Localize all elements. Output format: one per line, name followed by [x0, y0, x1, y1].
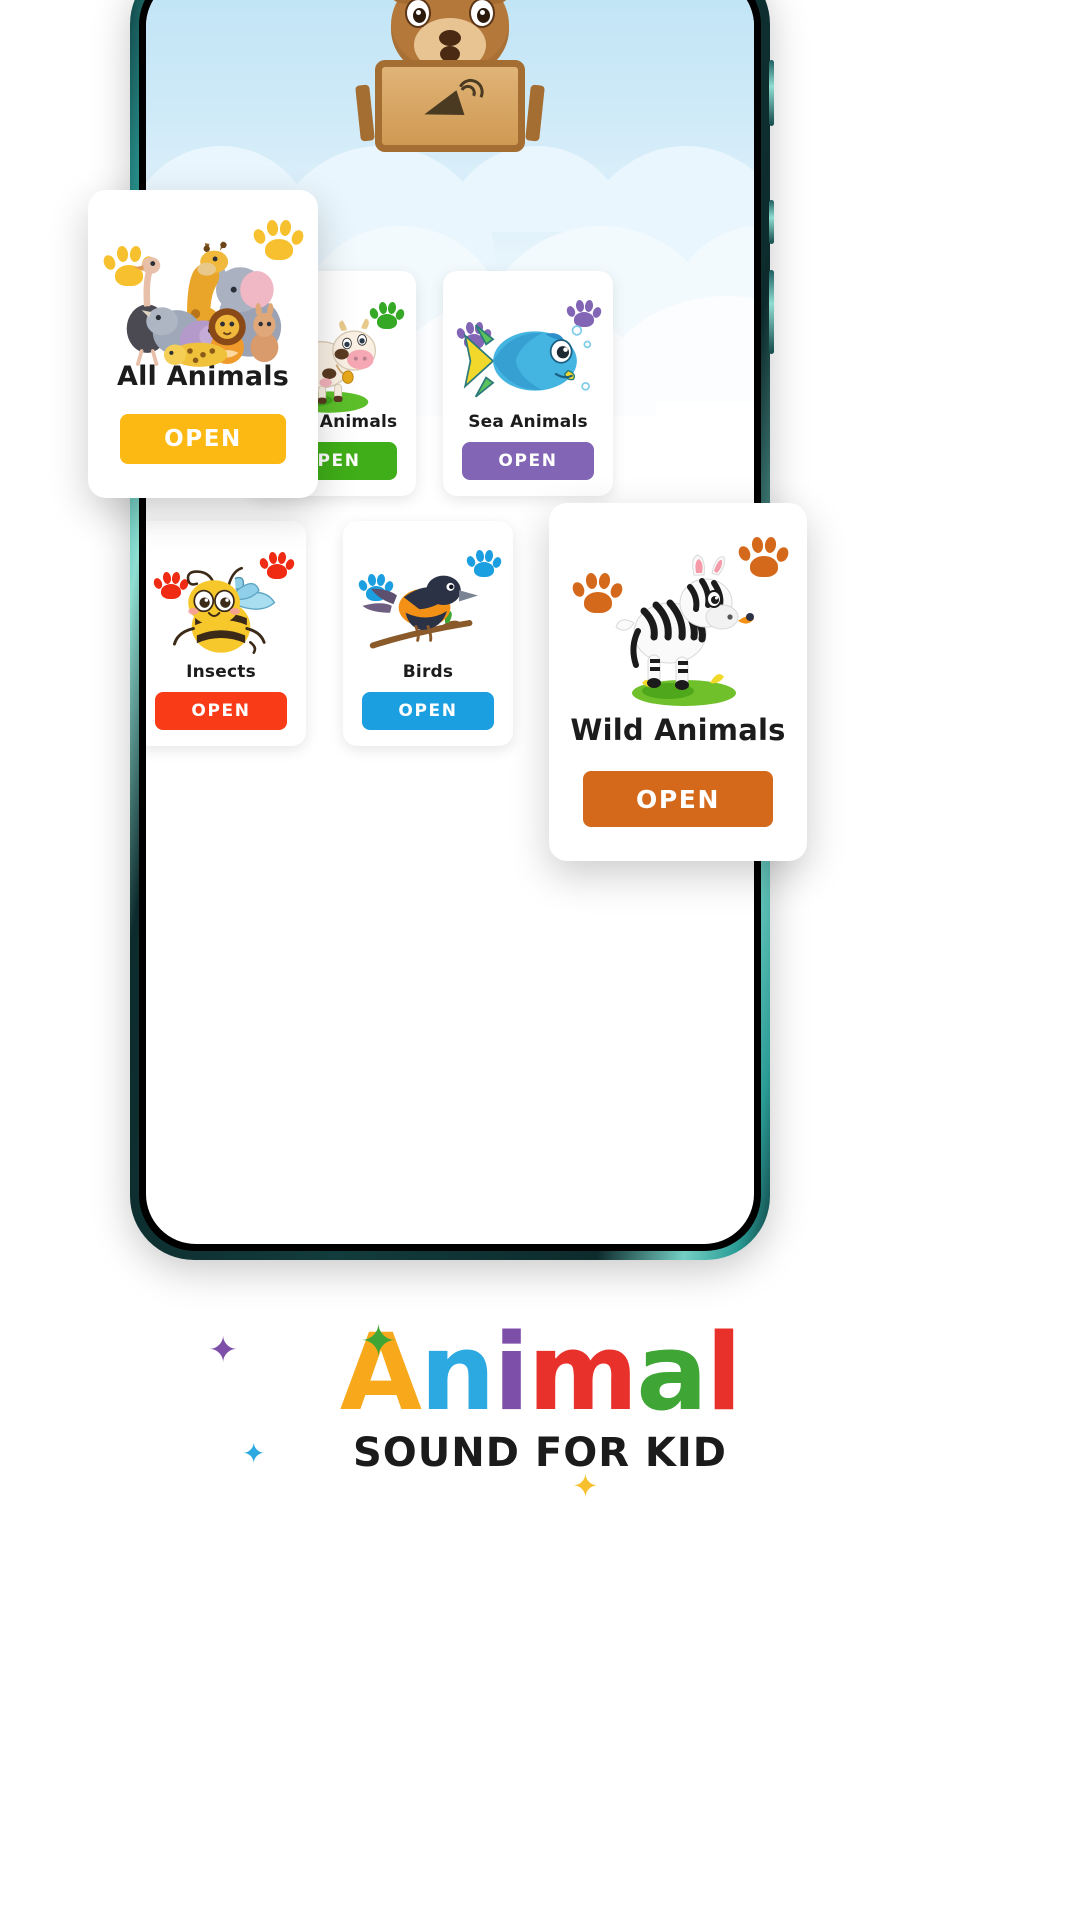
phone-volume-down-button[interactable] [769, 200, 774, 244]
fish-illustration [463, 324, 592, 398]
open-button-sea-animals[interactable]: OPEN [462, 442, 594, 480]
card-illustration-all-animals [88, 208, 318, 367]
card-illustration-sea-animals [443, 285, 613, 412]
bee-illustration [172, 566, 276, 654]
card-title: Sea Animals [468, 412, 588, 432]
logo-letter: a [636, 1311, 708, 1434]
phone-power-button[interactable] [769, 270, 774, 354]
category-card-wild-animals[interactable]: Wild Animals OPEN [549, 503, 807, 861]
star-icon: ✦ [542, 1348, 563, 1375]
app-logo: Animal SOUND FOR KID [0, 1320, 1080, 1477]
open-button-all-animals[interactable]: OPEN [120, 414, 286, 464]
card-illustration-insects [146, 535, 306, 662]
star-icon: ✦ [242, 1438, 266, 1469]
zebra-illustration [615, 554, 755, 706]
star-icon: ✦ [572, 1468, 599, 1504]
star-icon: ✦ [208, 1329, 239, 1370]
logo-wordmark: Animal [0, 1320, 1080, 1426]
card-title: Wild Animals [570, 713, 786, 747]
logo-letter: i [493, 1311, 529, 1434]
card-illustration-birds [343, 535, 513, 662]
phone-volume-up-button[interactable] [769, 60, 774, 126]
promo-screenshot: Farm Animals OPEN Sea Animals OPEN Insec… [0, 0, 1080, 1920]
logo-letter: n [419, 1311, 495, 1434]
open-button-insects[interactable]: OPEN [155, 692, 287, 730]
star-icon: ✦ [360, 1317, 397, 1366]
card-title: Birds [402, 662, 454, 682]
logo-tagline: SOUND FOR KID [352, 1430, 728, 1476]
bird-illustration [362, 575, 479, 649]
open-button-wild-animals[interactable]: OPEN [583, 771, 773, 827]
card-illustration-wild-animals [549, 523, 807, 713]
category-card-insects[interactable]: Insects OPEN [146, 521, 306, 746]
category-card-sea-animals[interactable]: Sea Animals OPEN [443, 271, 613, 496]
all-animals-illustration [126, 241, 282, 367]
category-card-birds[interactable]: Birds OPEN [343, 521, 513, 746]
card-title: Insects [186, 662, 256, 682]
open-button-birds[interactable]: OPEN [362, 692, 494, 730]
logo-letter: l [705, 1311, 742, 1434]
category-card-all-animals[interactable]: All Animals OPEN [88, 190, 318, 498]
